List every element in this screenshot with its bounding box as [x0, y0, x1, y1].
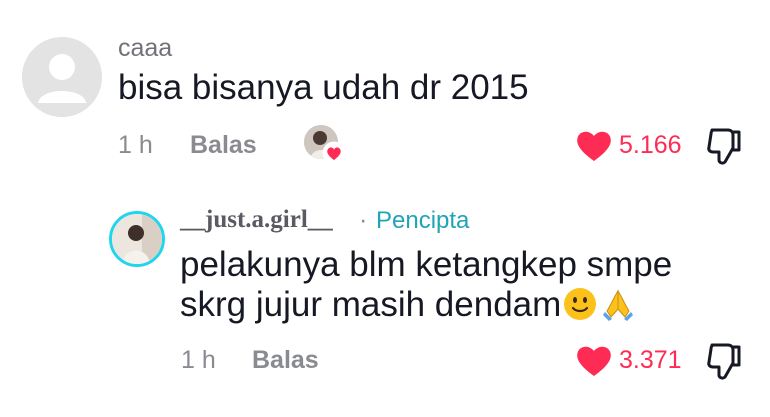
- creator-avatar[interactable]: [109, 211, 165, 267]
- reply-text-line2: skrg jujur masih dendam: [180, 285, 635, 325]
- like-count: 5.166: [619, 131, 682, 159]
- commenter-username[interactable]: caaa: [118, 34, 172, 63]
- commenter-avatar[interactable]: [22, 37, 102, 117]
- reply-button[interactable]: Balas: [190, 131, 257, 160]
- heart-icon[interactable]: [575, 128, 613, 162]
- creator-liked-heart-icon: [322, 141, 346, 165]
- default-avatar-icon: [22, 37, 102, 117]
- creator-username[interactable]: __just.a.girl__: [180, 206, 333, 234]
- folded-hands-emoji: [603, 289, 634, 321]
- reply-text-line1: pelakunya blm ketangkep smpe: [180, 245, 673, 284]
- separator-dot: ·: [359, 206, 368, 234]
- reply-text-line2-content: skrg jujur masih dendam: [180, 285, 562, 324]
- heart-icon[interactable]: [575, 343, 613, 377]
- thumbs-down-icon[interactable]: [706, 341, 742, 381]
- creator-photo-icon: [112, 214, 162, 264]
- like-count: 3.371: [619, 346, 682, 374]
- thumbs-down-icon[interactable]: [706, 126, 742, 166]
- comment-text: bisa bisanya udah dr 2015: [118, 68, 529, 107]
- creator-badge: Pencipta: [376, 207, 470, 234]
- slightly-smiling-face-emoji: [564, 288, 597, 320]
- comment-time: 1 h: [118, 131, 153, 159]
- reply-time: 1 h: [181, 346, 216, 374]
- reply-button[interactable]: Balas: [252, 346, 319, 375]
